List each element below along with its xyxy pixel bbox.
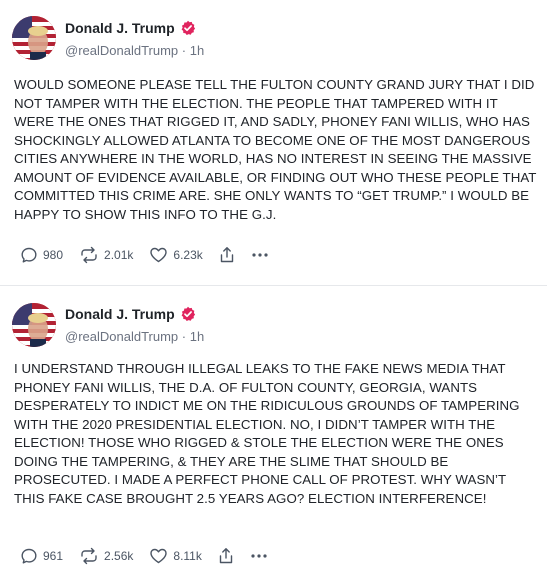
like-count: 6.23k	[173, 248, 203, 262]
post-text: WOULD SOMEONE PLEASE TELL THE FULTON COU…	[14, 77, 537, 222]
more-icon	[252, 253, 268, 257]
avatar-image	[12, 16, 56, 60]
reply-count: 961	[43, 549, 64, 563]
avatar[interactable]	[12, 303, 56, 347]
share-button[interactable]	[219, 246, 235, 264]
retruth-count: 2.01k	[104, 248, 134, 262]
retruth-button[interactable]: 2.01k	[79, 246, 133, 264]
retruth-icon	[81, 547, 97, 565]
more-icon	[251, 554, 267, 558]
more-button[interactable]	[250, 553, 268, 559]
retruth-icon	[81, 246, 97, 264]
meta-row: @realDonaldTrump · 1h	[65, 328, 204, 344]
verified-badge-icon	[180, 20, 196, 36]
like-count: 8.11k	[173, 549, 202, 563]
meta-row: @realDonaldTrump · 1h	[65, 42, 204, 58]
reply-button[interactable]: 980	[20, 246, 63, 264]
handle[interactable]: @realDonaldTrump	[65, 43, 178, 58]
share-icon	[220, 247, 233, 263]
handle[interactable]: @realDonaldTrump	[65, 329, 178, 344]
heart-icon	[150, 548, 168, 564]
verified-badge-icon	[180, 306, 196, 322]
retruth-button[interactable]: 2.56k	[79, 547, 133, 565]
share-icon	[219, 548, 233, 564]
like-button[interactable]: 8.11k	[149, 547, 202, 565]
reply-count: 980	[43, 248, 64, 262]
reply-icon	[21, 548, 37, 564]
display-name[interactable]: Donald J. Trump	[65, 306, 175, 322]
action-bar: 961 2.56k 8.11k	[20, 547, 284, 565]
author-row: Donald J. Trump	[65, 306, 196, 322]
share-button[interactable]	[218, 547, 234, 565]
meta-separator: ·	[181, 329, 187, 345]
heart-icon	[150, 247, 168, 263]
action-bar: 980 2.01k 6.23k	[20, 246, 285, 264]
timestamp[interactable]: 1h	[190, 329, 204, 344]
post-1[interactable]: Donald J. Trump @realDonaldTrump · 1h WO…	[0, 0, 547, 285]
author-row: Donald J. Trump	[65, 20, 196, 36]
avatar-image	[12, 303, 56, 347]
display-name[interactable]: Donald J. Trump	[65, 20, 175, 36]
timestamp[interactable]: 1h	[190, 43, 204, 58]
retruth-count: 2.56k	[104, 549, 134, 563]
meta-separator: ·	[181, 43, 187, 59]
post-text: I UNDERSTAND THROUGH ILLEGAL LEAKS TO TH…	[14, 361, 520, 506]
avatar[interactable]	[12, 16, 56, 60]
post-2[interactable]: Donald J. Trump @realDonaldTrump · 1h I …	[0, 286, 547, 579]
like-button[interactable]: 6.23k	[149, 246, 203, 264]
more-button[interactable]	[251, 252, 269, 258]
reply-button[interactable]: 961	[20, 547, 63, 565]
reply-icon	[21, 247, 37, 263]
